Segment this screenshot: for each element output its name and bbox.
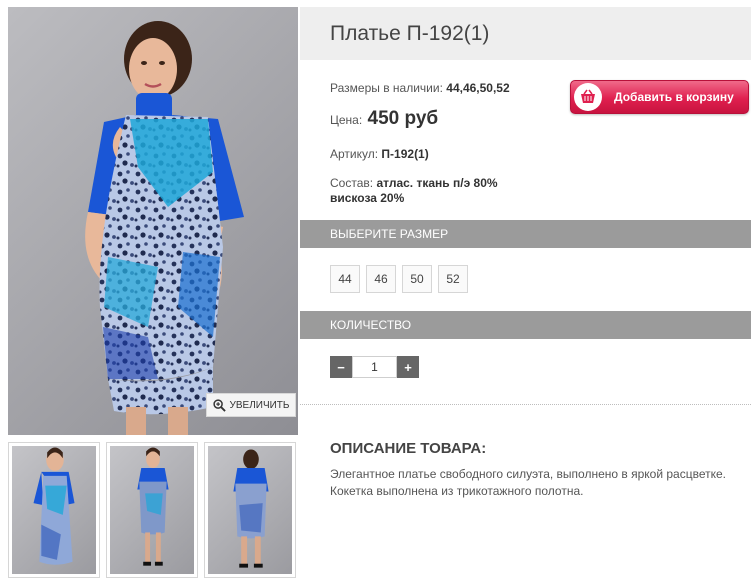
quantity-stepper: − + (330, 356, 419, 378)
composition-line-2: вискоза 20% (330, 191, 405, 205)
quantity-decrease-button[interactable]: − (330, 356, 352, 378)
cart-icon-circle (574, 83, 602, 111)
size-option-52[interactable]: 52 (438, 265, 468, 293)
thumbnail-1[interactable] (8, 442, 100, 578)
zoom-label: УВЕЛИЧИТЬ (229, 399, 290, 411)
basket-icon (581, 89, 595, 103)
sizes-available-label: Размеры в наличии: (330, 81, 443, 95)
thumbnail-image (233, 449, 269, 568)
size-section-header: ВЫБЕРИТЕ РАЗМЕР (300, 220, 751, 248)
quantity-section-title: КОЛИЧЕСТВО (330, 318, 412, 332)
composition-row: Состав: атлас. ткань п/э 80% вискоза 20% (330, 176, 498, 206)
article-label: Артикул: (330, 147, 379, 161)
price-row: Цена: 450 руб (330, 108, 438, 130)
thumbnail-image (137, 447, 169, 566)
description-text: Элегантное платье свободного силуэта, вы… (330, 467, 726, 498)
size-option-44[interactable]: 44 (330, 265, 360, 293)
product-details: Платье П-192(1) Размеры в наличии: 44,46… (300, 0, 751, 583)
quantity-section-header: КОЛИЧЕСТВО (300, 311, 751, 339)
size-section-title: ВЫБЕРИТЕ РАЗМЕР (330, 227, 449, 241)
price-value: 450 руб (367, 108, 439, 129)
thumbnail-strip (8, 442, 296, 578)
add-to-cart-button[interactable]: Добавить в корзину (570, 80, 749, 114)
thumbnail-3[interactable] (204, 442, 296, 578)
article-row: Артикул: П-192(1) (330, 147, 429, 161)
price-label: Цена: (330, 113, 363, 127)
page-title: Платье П-192(1) (330, 21, 490, 45)
title-bar: Платье П-192(1) (300, 7, 751, 60)
size-option-50[interactable]: 50 (402, 265, 432, 293)
zoom-button[interactable]: УВЕЛИЧИТЬ (206, 393, 296, 417)
magnifier-plus-icon (212, 398, 226, 412)
model-dress-image (85, 21, 244, 435)
thumbnail-image (33, 447, 75, 565)
thumbnail-2[interactable] (106, 442, 198, 578)
main-product-photo[interactable]: УВЕЛИЧИТЬ (8, 7, 298, 435)
composition-label: Состав: (330, 176, 374, 190)
quantity-input[interactable] (352, 356, 397, 378)
article-value: П-192(1) (381, 147, 429, 161)
description-title: ОПИСАНИЕ ТОВАРА: (330, 440, 487, 457)
size-options: 44 46 50 52 (330, 265, 468, 293)
sizes-available-row: Размеры в наличии: 44,46,50,52 (330, 81, 510, 95)
composition-line-1: атлас. ткань п/э 80% (376, 176, 498, 190)
divider (300, 404, 751, 405)
add-to-cart-label: Добавить в корзину (614, 90, 734, 104)
sizes-available-value: 44,46,50,52 (446, 81, 510, 95)
quantity-increase-button[interactable]: + (397, 356, 419, 378)
size-option-46[interactable]: 46 (366, 265, 396, 293)
